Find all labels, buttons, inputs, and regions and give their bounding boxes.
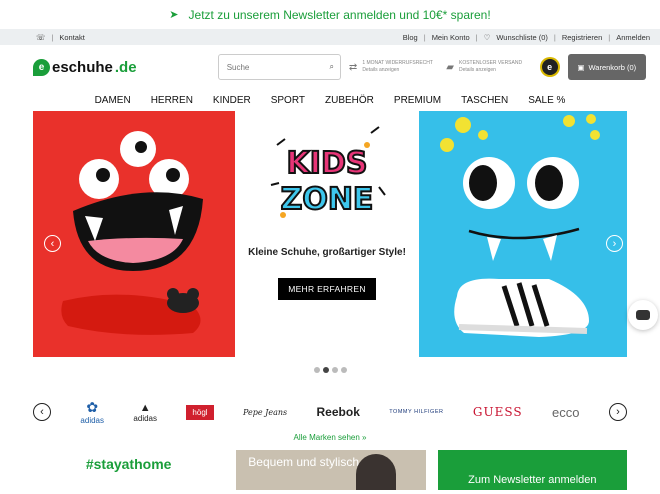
chat-button[interactable] xyxy=(628,300,658,330)
brand-hoegl[interactable]: högl xyxy=(186,404,214,420)
top-bar: ☏ | Kontakt Blog | Mein Konto | ♡ Wunsch… xyxy=(0,29,660,45)
trusted-shops-badge[interactable]: e xyxy=(539,57,560,77)
red-monster-illustration xyxy=(61,131,203,335)
blue-monster-illustration xyxy=(440,114,600,337)
chat-icon xyxy=(636,310,650,320)
carousel-dot[interactable] xyxy=(313,367,320,373)
carousel-next-button[interactable]: › xyxy=(606,235,623,252)
hero-red-monster xyxy=(33,111,235,357)
brands-prev-button[interactable]: ‹ xyxy=(33,403,51,421)
leaf-icon: e xyxy=(33,58,50,76)
hero-carousel[interactable]: KIDS ZONE Kleine Schuhe, großartiger Sty… xyxy=(33,111,627,357)
brand-pepe-jeans[interactable]: Pepe Jeans xyxy=(243,408,287,417)
brand-reebok[interactable]: Reebok xyxy=(317,405,360,419)
carousel-dot-active[interactable] xyxy=(322,367,329,373)
contact-link[interactable]: Kontakt xyxy=(59,33,84,42)
account-link[interactable]: Mein Konto xyxy=(432,33,470,42)
nav-premium[interactable]: PREMIUM xyxy=(394,95,441,106)
paper-plane-icon: ➤ xyxy=(169,9,179,21)
carousel-prev-button[interactable]: ‹ xyxy=(44,235,61,252)
nav-zubehoer[interactable]: ZUBEHÖR xyxy=(325,95,374,106)
nav-damen[interactable]: DAMEN xyxy=(95,95,131,106)
site-logo[interactable]: e eschuhe .de xyxy=(33,58,218,76)
hero-tagline: Kleine Schuhe, großartiger Style! xyxy=(248,247,406,258)
brand-adidas-originals[interactable]: ✿ adidas xyxy=(80,399,104,425)
carousel-dot[interactable] xyxy=(340,367,347,373)
carousel-dots xyxy=(0,367,660,373)
brand-ecco[interactable]: ecco xyxy=(552,405,579,420)
brand-carousel: ‹ ✿ adidas ▲ adidas högl Pepe Jeans Reebok… xyxy=(0,399,660,425)
more-button[interactable]: MEHR ERFAHREN xyxy=(278,278,376,300)
all-brands-link[interactable]: Alle Marken sehen » xyxy=(0,433,660,442)
heart-icon: ♡ xyxy=(483,32,491,42)
brand-guess[interactable]: GUESS xyxy=(473,405,523,419)
promo-text: Jetzt zu unserem Newsletter anmelden und… xyxy=(188,7,491,22)
search-icon[interactable]: ⌕ xyxy=(329,62,333,72)
nav-taschen[interactable]: TASCHEN xyxy=(461,95,508,106)
brand-tommy-hilfiger[interactable]: TOMMY HILFIGER xyxy=(389,409,443,415)
phone-icon[interactable]: ☏ xyxy=(36,33,45,42)
newsletter-tile[interactable]: Zum Newsletter anmelden xyxy=(437,450,627,490)
wishlist-link[interactable]: Wunschliste (0) xyxy=(496,33,548,42)
stay-at-home-heading[interactable]: #stayathome xyxy=(33,450,224,490)
comfort-style-tile[interactable]: Bequem und stylisch xyxy=(236,450,426,490)
exchange-icon: ⇄ xyxy=(348,61,358,73)
register-link[interactable]: Registrieren xyxy=(562,33,602,42)
svg-text:KIDS: KIDS xyxy=(287,146,368,181)
nav-sale[interactable]: SALE % xyxy=(528,95,565,106)
hero-center-panel: KIDS ZONE Kleine Schuhe, großartiger Sty… xyxy=(235,111,419,357)
model-image xyxy=(355,454,396,490)
usp-shipping[interactable]: ▰ KOSTENLOSER VERSAND Details anzeigen xyxy=(446,60,535,75)
search-box: ⌕ xyxy=(217,54,341,80)
kids-zone-logo: KIDS ZONE xyxy=(270,126,386,218)
cart-button[interactable]: ▣ Warenkorb (0) xyxy=(567,54,646,80)
carousel-dot[interactable] xyxy=(331,367,338,373)
nav-herren[interactable]: HERREN xyxy=(151,95,193,106)
brand-adidas[interactable]: ▲ adidas xyxy=(133,402,157,423)
shopping-bag-icon: ▣ xyxy=(577,62,585,72)
nav-kinder[interactable]: KINDER xyxy=(213,95,251,106)
header: e eschuhe.de ⌕ ⇄ 1 MONAT WIDERRUFSRECHTD… xyxy=(0,45,660,89)
nav-sport[interactable]: SPORT xyxy=(271,95,305,106)
promo-banner[interactable]: ➤ Jetzt zu unserem Newsletter anmelden u… xyxy=(0,0,660,29)
brands-next-button[interactable]: › xyxy=(608,403,627,421)
hero-blue-monster xyxy=(419,111,627,357)
login-link[interactable]: Anmelden xyxy=(616,33,650,42)
blog-link[interactable]: Blog xyxy=(403,33,418,42)
search-input[interactable] xyxy=(226,62,317,72)
svg-text:ZONE: ZONE xyxy=(281,182,374,217)
truck-icon: ▰ xyxy=(446,61,454,73)
bottom-tiles: #stayathome Bequem und stylisch Zum News… xyxy=(0,450,660,490)
usp-return[interactable]: ⇄ 1 MONAT WIDERRUFSRECHT Details anzeigen xyxy=(349,60,438,75)
main-nav: DAMEN HERREN KINDER SPORT ZUBEHÖR PREMIU… xyxy=(0,89,660,111)
